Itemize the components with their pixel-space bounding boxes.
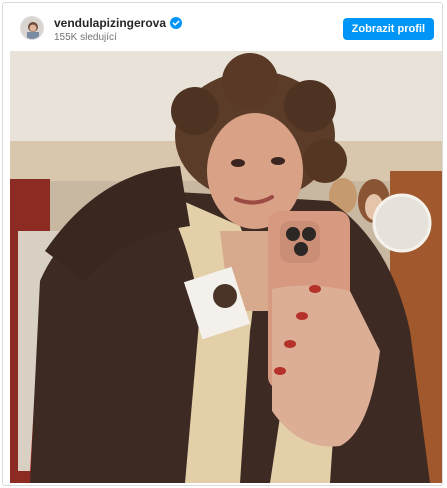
post-header: vendulapizingerova 155K sledující Zobraz…: [3, 3, 442, 49]
verified-badge-icon: [170, 17, 183, 29]
follower-count: 155K sledující: [54, 32, 117, 43]
post-photo[interactable]: [10, 51, 442, 483]
view-profile-button[interactable]: Zobrazit profil: [342, 18, 434, 40]
selfie-image: [10, 51, 442, 483]
avatar-image: [21, 17, 43, 39]
username[interactable]: vendulapizingerova: [54, 16, 166, 30]
avatar[interactable]: [20, 16, 44, 40]
username-row: vendulapizingerova: [54, 16, 183, 30]
instagram-embed-card: vendulapizingerova 155K sledující Zobraz…: [2, 2, 443, 486]
